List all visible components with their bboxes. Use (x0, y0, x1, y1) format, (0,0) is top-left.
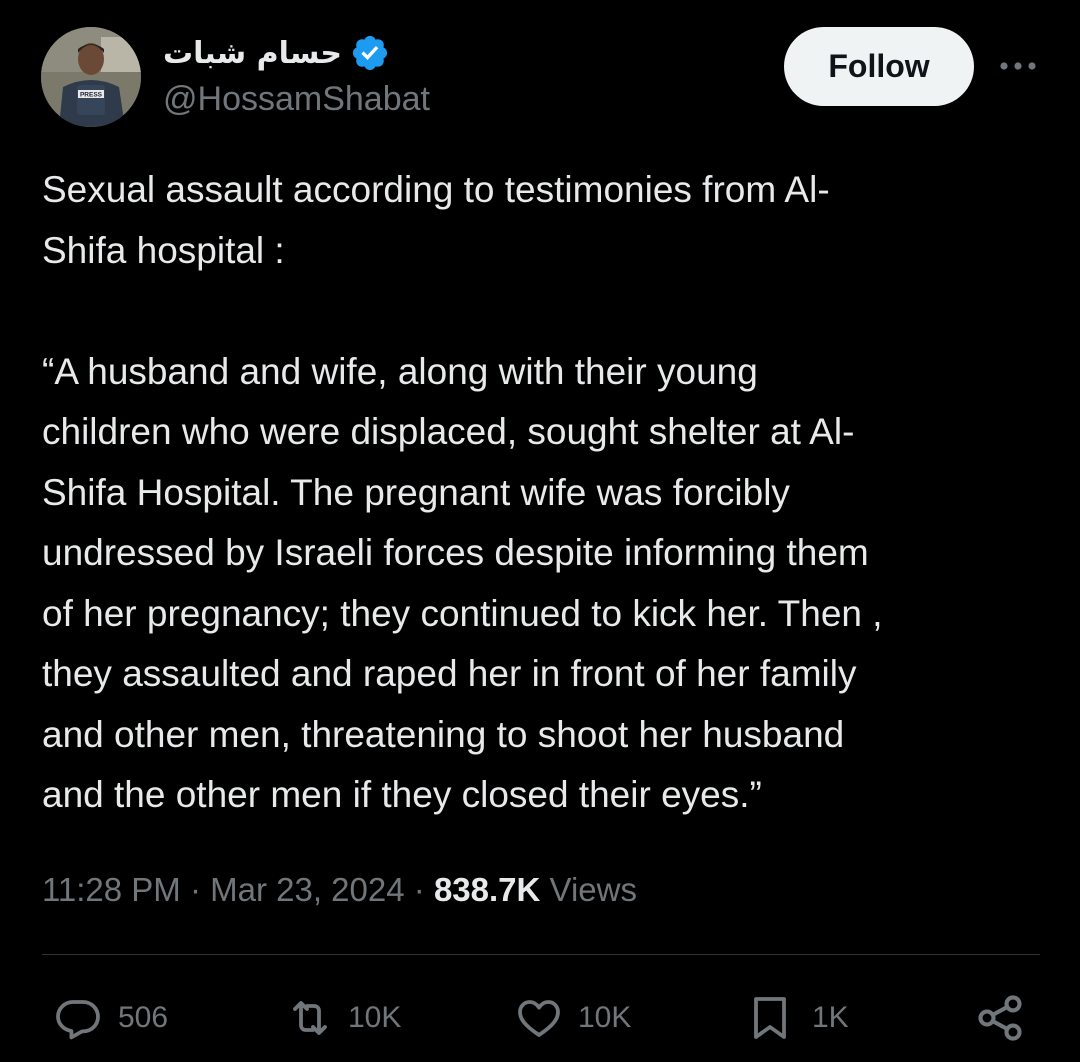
verified-badge-icon (350, 33, 390, 73)
share-button[interactable] (974, 990, 1026, 1046)
meta-separator: · (404, 871, 434, 908)
divider (42, 954, 1040, 955)
author-handle[interactable]: @HossamShabat (163, 80, 430, 119)
heart-icon (514, 994, 564, 1042)
repost-count: 10K (348, 1001, 402, 1034)
like-button[interactable]: 10K (514, 990, 631, 1046)
tweet-date[interactable]: Mar 23, 2024 (210, 871, 404, 909)
meta-separator: · (180, 871, 211, 908)
tweet-text: Sexual assault according to testimonies … (42, 169, 883, 815)
more-options-icon[interactable] (998, 48, 1038, 84)
repost-button[interactable]: 10K (282, 990, 401, 1046)
tweet-time[interactable]: 11:28 PM (42, 871, 181, 909)
follow-button[interactable]: Follow (784, 27, 974, 106)
reply-button[interactable]: 506 (52, 990, 168, 1046)
author-name-row[interactable]: حسام شبات (163, 30, 390, 76)
repost-icon (282, 994, 338, 1042)
like-count: 10K (578, 1001, 632, 1034)
bookmark-icon (746, 992, 794, 1044)
views-label: Views (540, 871, 637, 908)
share-icon (974, 992, 1026, 1044)
bookmark-button[interactable]: 1K (746, 990, 849, 1046)
reply-count: 506 (118, 1001, 169, 1034)
views-count[interactable]: 838.7K (434, 871, 540, 909)
author-display-name[interactable]: حسام شبات (163, 36, 342, 71)
reply-icon (52, 994, 104, 1042)
avatar-image: PRESS (41, 27, 141, 127)
tweet-meta: 11:28 PM · Mar 23, 2024 · 838.7K Views (42, 866, 637, 914)
author-avatar[interactable]: PRESS (41, 27, 141, 127)
press-badge-text: PRESS (80, 92, 103, 99)
bookmark-count: 1K (812, 1001, 849, 1034)
